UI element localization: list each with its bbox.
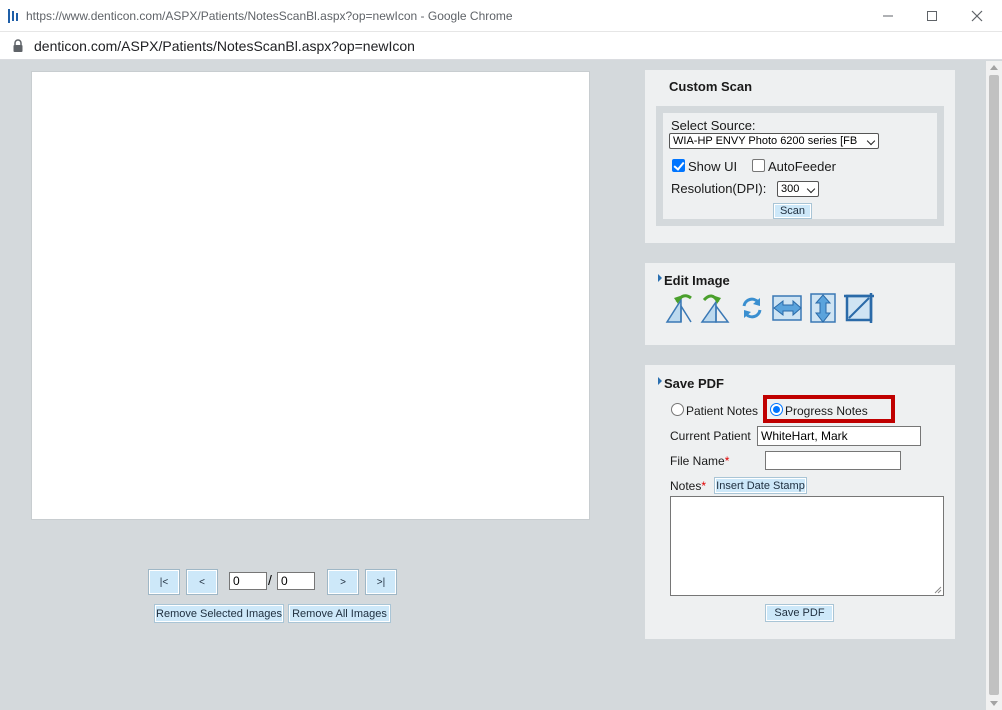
expand-triangle-icon — [658, 377, 662, 385]
rotate-right-icon[interactable] — [698, 292, 730, 324]
vertical-scrollbar[interactable] — [986, 61, 1002, 710]
scroll-down-icon[interactable] — [990, 701, 998, 706]
select-source-label: Select Source: — [671, 118, 756, 133]
chevron-down-icon — [866, 136, 876, 146]
rotate-left-icon[interactable] — [665, 292, 697, 324]
custom-scan-title: Custom Scan — [669, 79, 753, 94]
prev-page-button[interactable]: < — [186, 569, 218, 595]
page-separator: / — [268, 572, 272, 588]
patient-notes-radio[interactable] — [671, 403, 684, 416]
resolution-select[interactable]: 300 — [777, 181, 819, 197]
show-ui-checkbox[interactable] — [672, 159, 685, 172]
address-bar[interactable]: denticon.com/ASPX/Patients/NotesScanBl.a… — [0, 32, 1002, 60]
remove-selected-images-button[interactable]: Remove Selected Images — [154, 604, 284, 623]
progress-notes-label: Progress Notes — [785, 404, 868, 418]
current-page-input[interactable]: 0 — [229, 572, 267, 590]
flip-vertical-icon[interactable] — [807, 292, 839, 324]
resize-grip-icon[interactable] — [934, 586, 942, 594]
file-name-label: File Name* — [670, 454, 730, 468]
flip-horizontal-icon[interactable] — [771, 292, 803, 324]
show-ui-label: Show UI — [688, 159, 738, 174]
scan-settings-inner: Select Source: WIA-HP ENVY Photo 6200 se… — [663, 113, 937, 219]
required-marker: * — [724, 454, 730, 468]
file-name-input[interactable] — [765, 451, 901, 470]
insert-date-stamp-button[interactable]: Insert Date Stamp — [714, 477, 807, 494]
scan-settings-box: Select Source: WIA-HP ENVY Photo 6200 se… — [656, 106, 944, 226]
save-pdf-panel: Save PDF Patient Notes Progress Notes Cu… — [645, 365, 955, 639]
source-select[interactable]: WIA-HP ENVY Photo 6200 series [FB — [669, 133, 879, 149]
edit-image-title: Edit Image — [664, 273, 730, 288]
resolution-select-value: 300 — [781, 183, 800, 195]
window-title: https://www.denticon.com/ASPX/Patients/N… — [26, 9, 513, 23]
save-pdf-button[interactable]: Save PDF — [765, 604, 834, 622]
chevron-down-icon — [806, 184, 816, 194]
scan-button[interactable]: Scan — [773, 203, 812, 219]
browser-titlebar: https://www.denticon.com/ASPX/Patients/N… — [0, 0, 1002, 32]
current-patient-field[interactable]: WhiteHart, Mark — [757, 426, 921, 446]
url-text[interactable]: denticon.com/ASPX/Patients/NotesScanBl.a… — [34, 38, 415, 54]
maximize-icon[interactable] — [922, 6, 942, 26]
next-page-button[interactable]: > — [327, 569, 359, 595]
expand-triangle-icon — [658, 274, 662, 282]
minimize-icon[interactable] — [878, 6, 898, 26]
custom-scan-panel: Custom Scan Select Source: WIA-HP ENVY P… — [645, 70, 955, 243]
source-select-value: WIA-HP ENVY Photo 6200 series [FB — [673, 135, 858, 147]
total-pages-input[interactable]: 0 — [277, 572, 315, 590]
first-page-button[interactable]: |< — [148, 569, 180, 595]
notes-textarea[interactable] — [670, 496, 944, 596]
progress-notes-radio[interactable] — [770, 403, 783, 416]
rotate-180-icon[interactable] — [736, 292, 768, 324]
resolution-label: Resolution(DPI): — [671, 181, 767, 196]
notes-label: Notes* — [670, 479, 707, 493]
crop-icon[interactable] — [843, 292, 875, 324]
scroll-up-icon[interactable] — [990, 65, 998, 70]
close-icon[interactable] — [967, 6, 987, 26]
patient-notes-label: Patient Notes — [686, 404, 759, 418]
scrollbar-thumb[interactable] — [989, 75, 999, 695]
edit-image-panel: Edit Image — [645, 263, 955, 345]
image-preview-area[interactable] — [31, 71, 590, 520]
lock-icon — [13, 39, 23, 52]
page-content: |< < 0 / 0 > >| Remove Selected Images R… — [0, 61, 986, 710]
required-marker: * — [701, 479, 707, 493]
autofeeder-label: AutoFeeder — [768, 159, 836, 174]
remove-all-images-button[interactable]: Remove All Images — [288, 604, 391, 623]
last-page-button[interactable]: >| — [365, 569, 397, 595]
current-patient-label: Current Patient — [670, 429, 751, 443]
site-favicon-icon — [8, 9, 18, 23]
save-pdf-title: Save PDF — [664, 376, 724, 391]
autofeeder-checkbox[interactable] — [752, 159, 765, 172]
